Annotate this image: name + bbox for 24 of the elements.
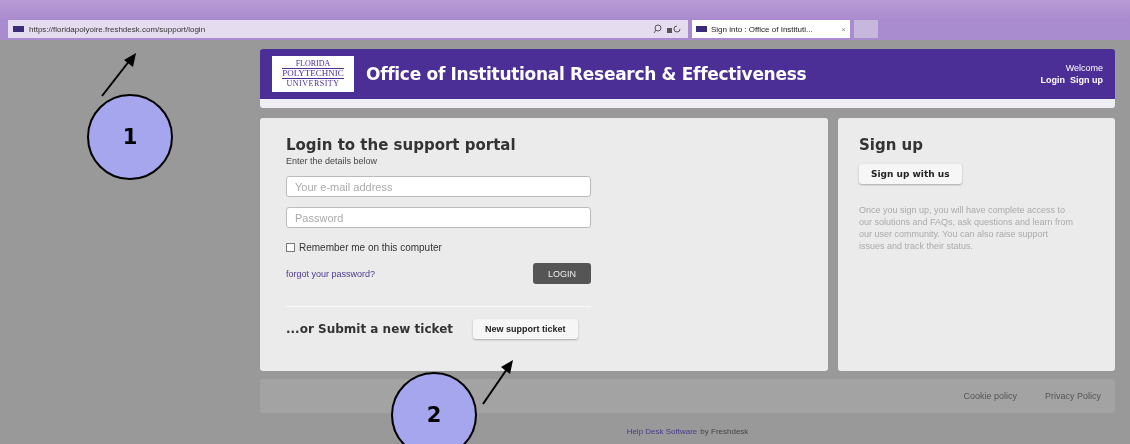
header-link[interactable]: Sign up bbox=[1070, 75, 1103, 85]
login-button[interactable]: LOGIN bbox=[533, 263, 591, 284]
header-link[interactable]: Login bbox=[1040, 75, 1065, 85]
login-subtitle: Enter the details below bbox=[286, 156, 379, 166]
welcome-text: Welcome bbox=[1065, 63, 1103, 73]
remember-label: Remember me on this computer bbox=[299, 242, 442, 253]
arrow bbox=[480, 357, 516, 407]
email-field[interactable]: Your e-mail address bbox=[286, 176, 591, 197]
site-title: Office of Institutional Research & Effectiveness bbox=[366, 64, 808, 84]
address-bar[interactable]: https://floridapolyoire.freshdesk.com/support/login bbox=[8, 20, 688, 38]
login-title: Login to the support portal bbox=[286, 136, 517, 154]
callout-circle: 2 bbox=[391, 372, 477, 444]
ticket-label: ...or Submit a new ticket bbox=[286, 322, 454, 336]
signup-button[interactable]: Sign up with us bbox=[859, 164, 962, 184]
forgot-password-link[interactable]: forgot your password? bbox=[286, 268, 376, 279]
site-icon bbox=[13, 26, 24, 32]
new-ticket-button[interactable]: New support ticket bbox=[473, 319, 578, 339]
signup-title: Sign up bbox=[859, 136, 924, 154]
password-field[interactable]: Password bbox=[286, 207, 591, 228]
university-logo: FLORIDA POLYTECHNIC UNIVERSITY bbox=[272, 56, 354, 92]
credit-text: by Freshdesk bbox=[700, 427, 749, 436]
browser-tab[interactable]: Sign into : Office of Instituti... × bbox=[692, 20, 850, 38]
remember-checkbox[interactable] bbox=[286, 243, 295, 252]
callout-circle: 1 bbox=[87, 94, 173, 180]
